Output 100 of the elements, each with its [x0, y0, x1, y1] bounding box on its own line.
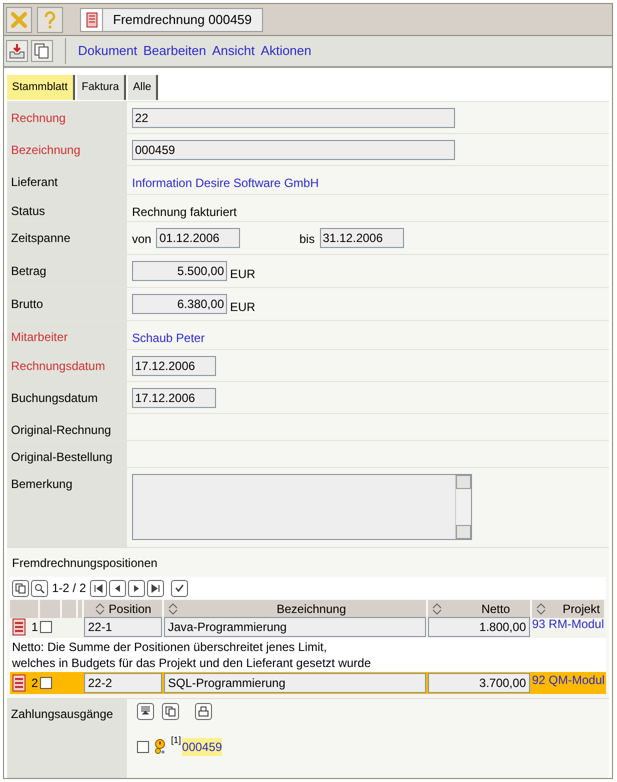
field-label: Brutto [11, 297, 44, 311]
table-cell: 3.700,00 [428, 673, 530, 693]
field-label: Zeitspanne [11, 231, 70, 245]
amount-field[interactable]: 5.500,00 [132, 261, 227, 281]
document-tab[interactable]: Fremdrechnung 000459 [80, 8, 263, 32]
field-label: Buchungsdatum [11, 391, 98, 405]
table-row[interactable]: 2 22-2 SQL-Programmierung 3.700,00 92 QM-Modul [10, 672, 606, 694]
table-row[interactable]: 1 22-1 Java-Programmierung 1.800,00 93 RM-Modul [10, 616, 606, 638]
confirm-icon [174, 582, 186, 594]
checkbox[interactable] [137, 741, 149, 753]
close-icon [10, 10, 28, 28]
payment-link[interactable]: 000459 [182, 738, 222, 756]
window-title: Fremdrechnung 000459 [112, 10, 253, 29]
link[interactable]: Information Desire Software GmbH [132, 172, 319, 192]
search-button[interactable] [31, 580, 48, 596]
column-header [62, 600, 76, 618]
row-number: 1 [31, 619, 38, 636]
tab[interactable]: Alle [128, 75, 158, 100]
project-link[interactable]: 93 RM-Modul [532, 616, 604, 638]
checkbox[interactable] [40, 621, 52, 633]
date-field[interactable]: 31.12.2006 [320, 228, 404, 248]
column-header [10, 600, 38, 618]
next-page-button[interactable] [128, 580, 146, 596]
link[interactable]: Schaub Peter [132, 327, 205, 347]
import-button[interactable] [6, 40, 28, 62]
field-label: bis [299, 231, 315, 248]
warning-badge-icon [154, 739, 166, 755]
column-header[interactable]: Netto [428, 600, 530, 618]
project-link[interactable]: 92 QM-Modul [532, 672, 604, 694]
status-text: Rechnung fakturiert [132, 204, 237, 221]
first-page-button[interactable] [90, 580, 108, 596]
field-label: Bezeichnung [11, 143, 80, 157]
invoice-icon[interactable] [12, 674, 26, 692]
warning-text: Netto: Die Summe der Positionen überschreitet jenes Limit, welches in Budgets für das Projekt und den Lieferant gesetzt wurde [10, 638, 606, 672]
copy-icon [34, 43, 50, 59]
first-page-icon [93, 582, 104, 594]
copy-icon [15, 582, 26, 594]
currency-label: EUR [230, 299, 256, 316]
sort-icon [432, 603, 442, 615]
previous-page-button[interactable] [109, 580, 126, 596]
date-field[interactable]: 17.12.2006 [132, 388, 216, 408]
menu-item[interactable]: Aktionen [260, 41, 312, 61]
copy-button[interactable] [162, 703, 179, 720]
table-cell: Java-Programmierung [164, 617, 426, 637]
input-field[interactable]: 000459 [132, 140, 455, 160]
column-header[interactable]: Bezeichnung [164, 600, 426, 618]
last-page-icon [150, 582, 162, 594]
table-cell: 1.800,00 [428, 617, 530, 637]
table-cell: 22-2 [84, 673, 162, 693]
text-area[interactable] [132, 474, 472, 540]
scrollbar[interactable] [455, 475, 471, 539]
table-cell: 22-1 [84, 617, 162, 637]
field-label: Original-Rechnung [11, 423, 112, 437]
menu-item[interactable]: Ansicht [212, 41, 255, 61]
field-label: Status [11, 204, 46, 218]
export-icon [140, 706, 151, 717]
sort-icon [168, 603, 178, 615]
pager-text: 1-2 / 2 [52, 580, 86, 597]
confirm-button[interactable] [171, 580, 188, 596]
copy-button[interactable] [12, 580, 29, 596]
field-label: Zahlungsausgänge [11, 707, 114, 721]
section-title: Fremdrechnungspositionen [12, 554, 158, 572]
field-label: Rechnung [11, 111, 66, 125]
field-label: Rechnungsdatum [11, 359, 106, 373]
checkbox[interactable] [40, 677, 52, 689]
field-label: Mitarbeiter [11, 330, 68, 344]
column-header [78, 600, 82, 618]
input-field[interactable]: 22 [132, 108, 455, 128]
print-icon [198, 706, 209, 717]
column-header [40, 600, 60, 618]
field-label: Original-Bestellung [11, 450, 112, 464]
sort-icon [536, 603, 546, 615]
help-icon [43, 10, 57, 28]
field-label: von [132, 231, 152, 248]
field-label: Lieferant [11, 175, 58, 189]
menu-item[interactable]: Bearbeiten [143, 41, 206, 61]
invoice-icon[interactable] [12, 618, 26, 636]
copy-icon [165, 706, 176, 717]
date-field[interactable]: 17.12.2006 [132, 356, 216, 376]
menu-item[interactable]: Dokument [78, 41, 138, 61]
search-icon [34, 582, 45, 594]
field-label: Betrag [11, 264, 46, 278]
table-cell: SQL-Programmierung [164, 673, 426, 693]
export-button[interactable] [137, 703, 154, 720]
copy-button[interactable] [31, 40, 53, 62]
field-label: Bemerkung [11, 477, 72, 491]
column-header[interactable]: Projekt [532, 600, 604, 618]
inbox-icon [9, 43, 25, 59]
invoice-icon [86, 12, 98, 28]
column-header[interactable]: Position [84, 600, 162, 618]
row-number: 2 [31, 675, 38, 692]
last-page-button[interactable] [147, 580, 164, 596]
tab[interactable]: Faktura [76, 75, 126, 100]
date-field[interactable]: 01.12.2006 [156, 228, 240, 248]
index-label: [1] [171, 734, 182, 747]
tab[interactable]: Stammblatt [7, 75, 75, 100]
print-button[interactable] [195, 703, 212, 720]
currency-label: EUR [230, 266, 256, 283]
amount-field[interactable]: 6.380,00 [132, 294, 227, 314]
sort-icon [94, 603, 105, 615]
